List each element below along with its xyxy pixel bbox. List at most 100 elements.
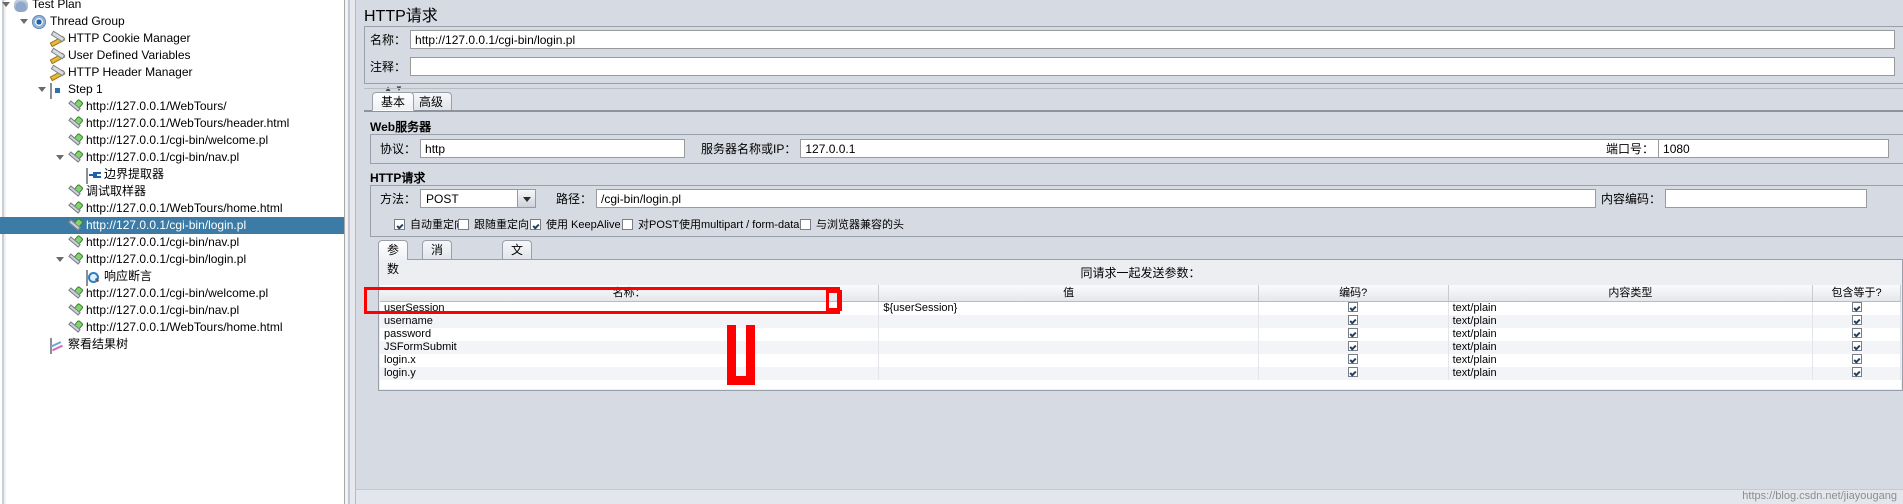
tree-item[interactable]: Thread Group [0,13,344,30]
path-input[interactable]: /cgi-bin/login.pl [596,189,1597,208]
cell-content-type[interactable]: text/plain [1449,354,1814,367]
checkbox-icon[interactable] [1851,302,1862,312]
checkbox-icon[interactable] [1348,341,1359,351]
column-header[interactable]: 内容类型 [1449,285,1814,301]
cell-content-type[interactable]: text/plain [1449,302,1814,315]
port-input[interactable]: 1080 [1658,139,1890,158]
tree-item[interactable]: 边界提取器 [0,166,344,184]
checkbox-option-3[interactable]: 对POST使用multipart / form-data [622,216,799,232]
cell-encode[interactable] [1259,341,1449,354]
tree-item[interactable]: http://127.0.0.1/cgi-bin/welcome.pl [0,132,344,149]
chevron-down-icon[interactable] [517,190,536,207]
cell-value[interactable]: ${userSession} [879,302,1259,315]
tree-item[interactable]: http://127.0.0.1/WebTours/home.html [0,319,344,336]
checkbox-icon[interactable] [800,219,811,230]
cell-include-equals[interactable] [1813,367,1901,380]
table-row[interactable]: login.y text/plain [380,367,1901,380]
tree-item[interactable]: http://127.0.0.1/WebTours/home.html [0,200,344,217]
checkbox-icon[interactable] [1851,367,1862,377]
cell-content-type[interactable]: text/plain [1449,315,1814,328]
cell-value[interactable] [879,354,1259,367]
tab-advanced[interactable]: 高级 [410,92,453,111]
chevron-down-icon[interactable] [20,13,29,30]
subtab-2[interactable]: 文件上传 [502,240,533,314]
tree-item[interactable]: http://127.0.0.1/WebTours/ [0,98,344,115]
cell-encode[interactable] [1259,302,1449,315]
cell-name[interactable]: login.x [380,354,880,367]
cell-include-equals[interactable] [1813,302,1901,315]
tab-basic[interactable]: 基本 [372,92,415,111]
tree-item[interactable]: User Defined Variables [0,47,344,64]
test-plan-tree[interactable]: Test Plan Thread Group HTTP Cookie Manager… [0,0,344,354]
protocol-input[interactable]: http [420,139,686,158]
tree-item[interactable]: http://127.0.0.1/cgi-bin/nav.pl [0,234,344,251]
tree-item[interactable]: 响应断言 [0,268,344,286]
tree-item[interactable]: http://127.0.0.1/cgi-bin/login.pl [0,251,344,268]
tree-item[interactable]: http://127.0.0.1/cgi-bin/nav.pl [0,149,344,166]
cell-name[interactable]: login.y [380,367,880,380]
checkbox-icon[interactable] [530,219,541,230]
tree-item[interactable]: http://127.0.0.1/cgi-bin/nav.pl [0,302,344,319]
cell-name[interactable]: username [380,315,880,328]
tree-item[interactable]: http://127.0.0.1/WebTours/header.html [0,115,344,132]
name-input[interactable]: http://127.0.0.1/cgi-bin/login.pl [410,30,1896,49]
table-row[interactable]: username text/plain [380,315,1901,328]
cell-encode[interactable] [1259,354,1449,367]
checkbox-icon[interactable] [1348,328,1359,338]
subtab-1[interactable]: 消息体数据 [422,240,453,333]
subtab-0[interactable]: 参数 [378,240,409,276]
column-header[interactable]: 名称： [380,285,880,301]
cell-include-equals[interactable] [1813,328,1901,341]
checkbox-icon[interactable] [1851,354,1862,364]
checkbox-option-0[interactable]: 自动重定向 [394,216,465,232]
cell-name[interactable]: password [380,328,880,341]
column-header[interactable]: 包含等于? [1813,285,1901,301]
table-row[interactable]: userSession ${userSession} text/plain [380,302,1901,315]
tree-item[interactable]: Step 1 [0,81,344,99]
checkbox-icon[interactable] [458,219,469,230]
method-select[interactable]: POST [420,189,537,208]
cell-content-type[interactable]: text/plain [1449,328,1814,341]
checkbox-option-4[interactable]: 与浏览器兼容的头 [800,216,904,232]
chevron-down-icon[interactable] [38,81,47,98]
cell-name[interactable]: JSFormSubmit [380,341,880,354]
tree-item[interactable]: HTTP Header Manager [0,64,344,81]
cell-encode[interactable] [1259,367,1449,380]
checkbox-icon[interactable] [622,219,633,230]
test-plan-tree-pane[interactable]: Test Plan Thread Group HTTP Cookie Manager… [0,0,345,504]
cell-value[interactable] [879,315,1259,328]
tree-item[interactable]: http://127.0.0.1/cgi-bin/welcome.pl [0,285,344,302]
parameters-table[interactable]: 名称：值编码? 内容类型 包含等于? userSession ${userSessio… [380,285,1901,389]
checkbox-icon[interactable] [1348,302,1359,312]
tree-item[interactable]: HTTP Cookie Manager [0,30,344,47]
cell-content-type[interactable]: text/plain [1449,341,1814,354]
checkbox-icon[interactable] [1851,328,1862,338]
cell-include-equals[interactable] [1813,315,1901,328]
tree-item[interactable]: 察看结果树 [0,336,344,354]
comment-input[interactable] [410,57,1896,76]
cell-content-type[interactable]: text/plain [1449,367,1814,380]
server-input[interactable]: 127.0.0.1 [800,139,1667,158]
split-divider[interactable] [345,0,356,504]
chevron-down-icon[interactable] [56,149,65,166]
tree-item-selected[interactable]: http://127.0.0.1/cgi-bin/login.pl [0,217,344,234]
checkbox-icon[interactable] [1851,341,1862,351]
table-row[interactable]: JSFormSubmit text/plain [380,341,1901,354]
encoding-input[interactable] [1665,189,1868,208]
checkbox-icon[interactable] [1851,315,1862,325]
cell-value[interactable] [879,367,1259,380]
cell-name[interactable]: userSession [380,302,880,315]
checkbox-icon[interactable] [394,219,405,230]
cell-value[interactable] [879,341,1259,354]
tree-item[interactable]: Test Plan [0,0,344,13]
chevron-down-icon[interactable] [2,0,11,13]
table-body[interactable]: userSession ${userSession} text/plain usern… [380,302,1901,380]
cell-include-equals[interactable] [1813,341,1901,354]
main-tabstrip[interactable]: 基本 高级 [364,92,1903,111]
checkbox-icon[interactable] [1348,367,1359,377]
table-row[interactable]: login.x text/plain [380,354,1901,367]
chevron-down-icon[interactable] [56,251,65,268]
checkbox-option-2[interactable]: 使用 KeepAlive [530,216,621,232]
cell-include-equals[interactable] [1813,354,1901,367]
cell-encode[interactable] [1259,328,1449,341]
